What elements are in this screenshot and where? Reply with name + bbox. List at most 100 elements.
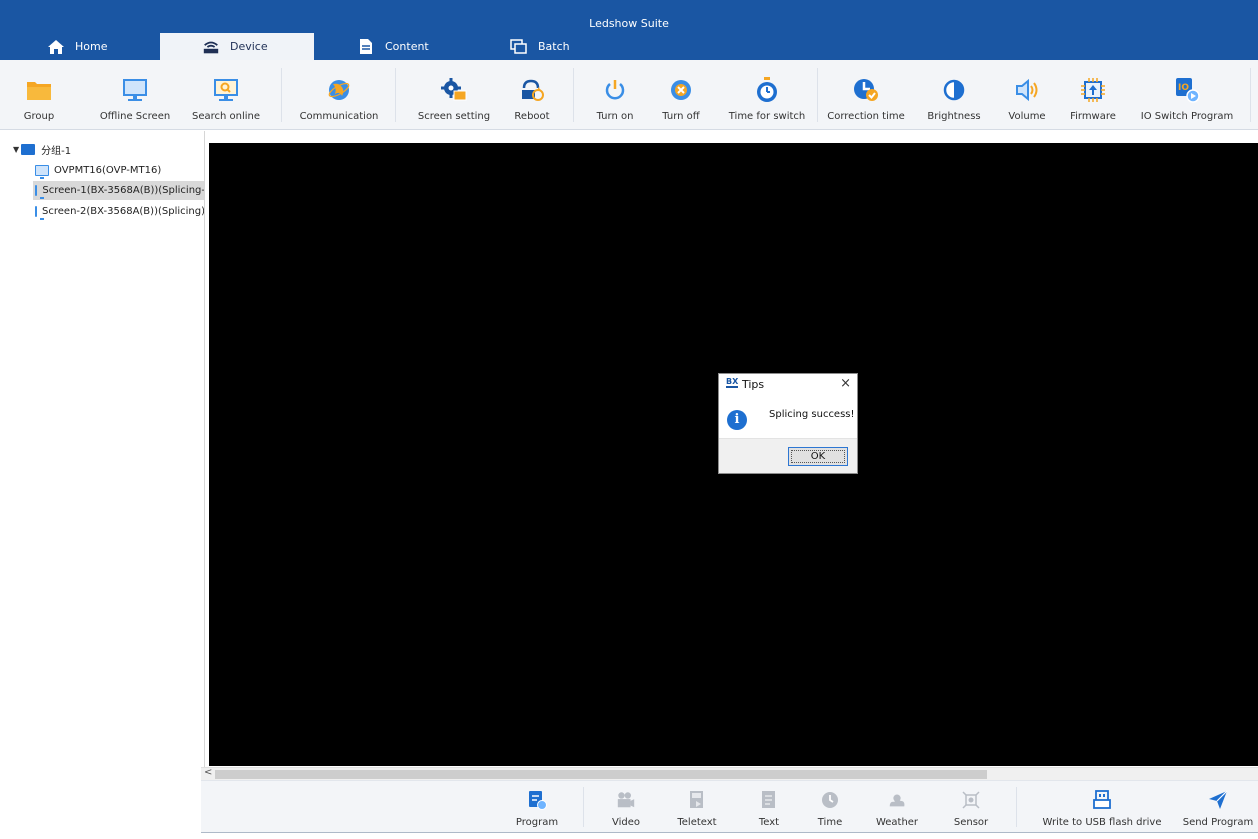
weather-label: Weather bbox=[875, 817, 919, 828]
firmware-label: Firmware bbox=[1070, 111, 1116, 122]
power-on-icon bbox=[601, 76, 629, 104]
weather-button[interactable]: Weather bbox=[873, 781, 921, 833]
clock-check-icon bbox=[852, 76, 880, 104]
tree-item-screen-1[interactable]: Screen-1(BX-3568A(B))(Splicing- bbox=[33, 181, 205, 200]
firmware-button[interactable]: Firmware bbox=[1067, 60, 1119, 130]
tab-content-label: Content bbox=[385, 40, 429, 53]
tree-item-ovpmt16[interactable]: OVPMT16(OVP-MT16) bbox=[33, 161, 204, 180]
io-switch-program-button[interactable]: IO IO Switch Program bbox=[1140, 60, 1234, 130]
ribbon-separator bbox=[281, 68, 282, 122]
expand-arrow-icon[interactable]: ▼ bbox=[13, 145, 19, 154]
tab-device[interactable]: Device bbox=[160, 33, 314, 60]
tips-dialog: BX Tips × i Splicing success! OK bbox=[718, 373, 858, 474]
dialog-header: BX Tips × bbox=[719, 374, 857, 396]
home-icon bbox=[47, 38, 65, 56]
scroll-left-arrow[interactable]: < bbox=[204, 767, 212, 778]
folder-icon bbox=[21, 144, 36, 155]
folder-icon bbox=[25, 76, 53, 104]
globe-icon bbox=[325, 76, 353, 104]
tree-group-node[interactable]: ▼ 分组-1 bbox=[13, 140, 71, 159]
reboot-button[interactable]: Reboot bbox=[509, 60, 555, 130]
volume-label: Volume bbox=[1008, 111, 1046, 122]
batch-copy-icon bbox=[510, 38, 528, 56]
communication-button[interactable]: Communication bbox=[298, 60, 380, 130]
group-label: Group bbox=[23, 111, 55, 122]
brightness-icon bbox=[940, 76, 968, 104]
offline-screen-button[interactable]: Offline Screen bbox=[95, 60, 175, 130]
send-program-button[interactable]: Send Program bbox=[1183, 781, 1253, 833]
teletext-icon bbox=[687, 790, 707, 810]
sensor-button[interactable]: Sensor bbox=[951, 781, 991, 833]
toolbar-separator bbox=[1016, 787, 1017, 827]
dialog-message: Splicing success! bbox=[769, 409, 855, 420]
ribbon-separator bbox=[817, 68, 818, 122]
program-toolbar: Program Video Teletext Text Time Weather bbox=[201, 780, 1258, 832]
teletext-button[interactable]: Teletext bbox=[675, 781, 719, 833]
video-icon bbox=[616, 790, 636, 810]
tree-group-label: 分组-1 bbox=[41, 146, 72, 157]
app-title: Ledshow Suite bbox=[589, 17, 669, 30]
text-icon bbox=[759, 790, 779, 810]
close-icon[interactable]: × bbox=[840, 376, 851, 391]
sensor-label: Sensor bbox=[953, 817, 989, 828]
horizontal-scrollbar[interactable]: < bbox=[201, 767, 1258, 780]
ok-button[interactable]: OK bbox=[788, 447, 848, 466]
monitor-icon bbox=[35, 165, 49, 179]
gear-screen-icon bbox=[440, 76, 468, 104]
time-label: Time bbox=[817, 817, 843, 828]
ribbon-separator bbox=[395, 68, 396, 122]
tab-batch-label: Batch bbox=[538, 40, 570, 53]
weather-icon bbox=[887, 790, 907, 810]
search-monitor-icon bbox=[212, 76, 240, 104]
communication-label: Communication bbox=[299, 111, 379, 122]
turn-on-label: Turn on bbox=[596, 111, 634, 122]
tab-batch[interactable]: Batch bbox=[510, 33, 620, 60]
info-icon: i bbox=[727, 410, 747, 430]
device-ribbon: Group Offline Screen Search online Commu… bbox=[0, 60, 1258, 130]
volume-button[interactable]: Volume bbox=[1004, 60, 1050, 130]
correction-time-button[interactable]: Correction time bbox=[826, 60, 906, 130]
monitor-icon bbox=[35, 185, 46, 199]
turn-off-label: Turn off bbox=[662, 111, 700, 122]
scrollbar-thumb[interactable] bbox=[215, 770, 987, 779]
dialog-footer: OK bbox=[719, 438, 857, 473]
time-for-switch-button[interactable]: Time for switch bbox=[727, 60, 807, 130]
usb-drive-icon bbox=[1092, 790, 1112, 810]
write-usb-button[interactable]: Write to USB flash drive bbox=[1041, 781, 1163, 833]
program-button[interactable]: Program bbox=[515, 781, 559, 833]
ribbon-separator bbox=[573, 68, 574, 122]
tab-home-label: Home bbox=[75, 40, 108, 53]
toolbar-separator bbox=[583, 787, 584, 827]
sensor-icon bbox=[961, 790, 981, 810]
send-icon bbox=[1208, 790, 1228, 810]
text-button[interactable]: Text bbox=[749, 781, 789, 833]
group-button[interactable]: Group bbox=[16, 60, 62, 130]
title-bar: Ledshow Suite Home Device Content Batch bbox=[0, 0, 1258, 60]
tree-item-label: Screen-2(BX-3568A(B))(Splicing) bbox=[42, 206, 205, 217]
chip-icon bbox=[1079, 76, 1107, 104]
power-off-icon bbox=[667, 76, 695, 104]
screen-setting-button[interactable]: Screen setting bbox=[415, 60, 493, 130]
tree-item-label: Screen-1(BX-3568A(B))(Splicing- bbox=[42, 185, 205, 196]
turn-on-button[interactable]: Turn on bbox=[592, 60, 638, 130]
bx-logo-icon: BX bbox=[726, 377, 739, 388]
video-label: Video bbox=[611, 817, 641, 828]
turn-off-button[interactable]: Turn off bbox=[658, 60, 704, 130]
screen-setting-label: Screen setting bbox=[417, 111, 491, 122]
tab-content[interactable]: Content bbox=[357, 33, 467, 60]
program-label: Program bbox=[515, 817, 559, 828]
text-label: Text bbox=[758, 817, 780, 828]
monitor-icon bbox=[121, 76, 149, 104]
brightness-button[interactable]: Brightness bbox=[924, 60, 984, 130]
tab-home[interactable]: Home bbox=[47, 33, 157, 60]
reboot-icon bbox=[518, 76, 546, 104]
tree-item-screen-2[interactable]: Screen-2(BX-3568A(B))(Splicing) bbox=[33, 202, 205, 221]
video-button[interactable]: Video bbox=[606, 781, 646, 833]
search-online-button[interactable]: Search online bbox=[190, 60, 262, 130]
write-usb-label: Write to USB flash drive bbox=[1042, 817, 1162, 828]
device-router-icon bbox=[202, 38, 220, 56]
status-line bbox=[201, 832, 1258, 839]
time-button[interactable]: Time bbox=[810, 781, 850, 833]
tab-device-label: Device bbox=[230, 40, 268, 53]
volume-icon bbox=[1013, 76, 1041, 104]
